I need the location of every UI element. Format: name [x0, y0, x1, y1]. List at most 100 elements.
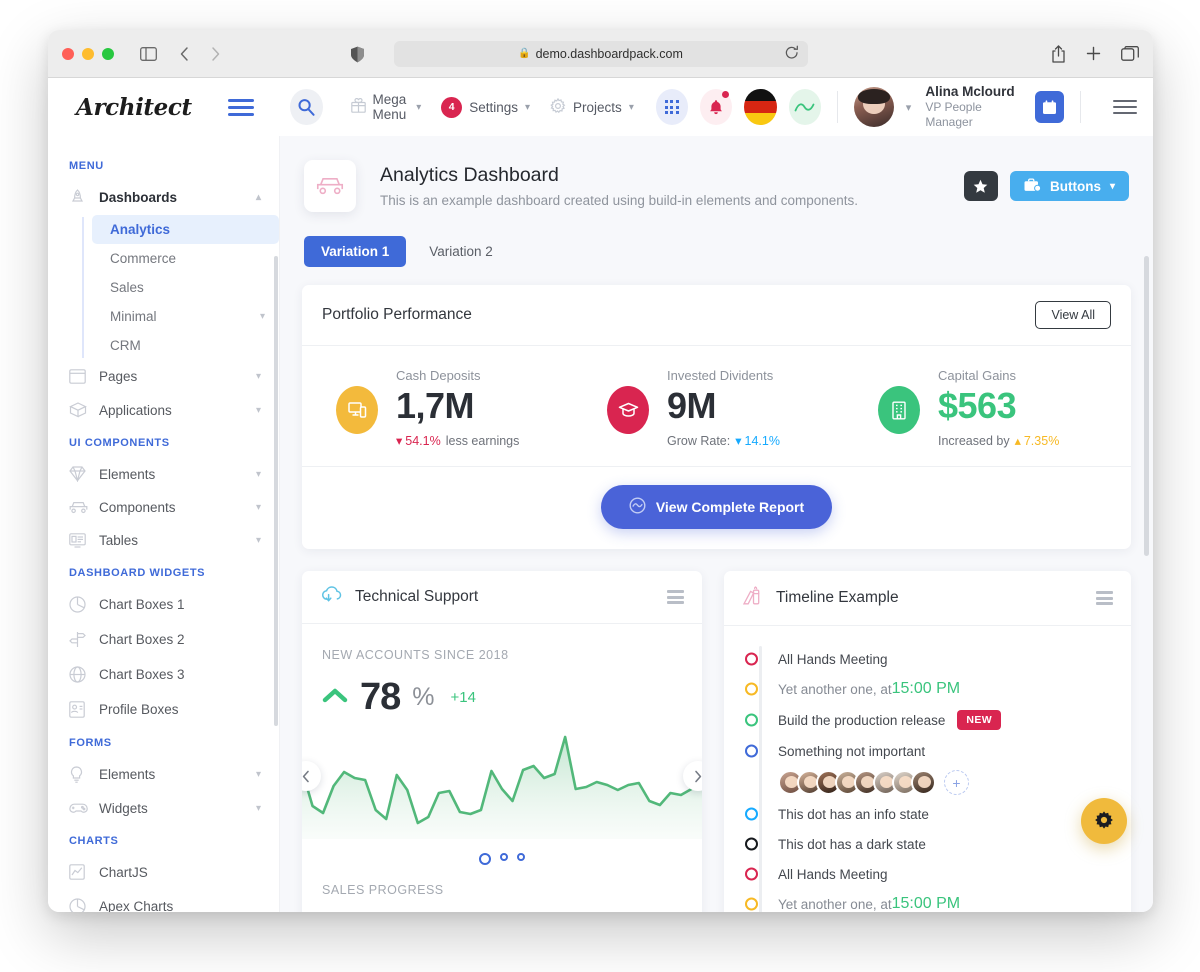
- timeline-item[interactable]: All Hands Meeting: [745, 859, 1109, 889]
- brand-logo[interactable]: Architect: [48, 94, 212, 121]
- portfolio-card-header: Portfolio Performance View All: [302, 285, 1131, 346]
- view-all-button[interactable]: View All: [1035, 301, 1111, 329]
- portfolio-stats: Cash Deposits 1,7M ▾ 54.1% less earnings: [302, 346, 1131, 466]
- stat-label: Capital Gains: [938, 368, 1017, 383]
- sidebar-item-profile-boxes[interactable]: Profile Boxes: [48, 692, 279, 727]
- sidebar-item-tables[interactable]: Tables ▾: [48, 524, 279, 557]
- tab-variation-2[interactable]: Variation 2: [412, 236, 510, 267]
- carousel-dot-1[interactable]: [479, 853, 491, 866]
- main-scrollbar[interactable]: [1144, 256, 1149, 556]
- star-icon[interactable]: [963, 171, 998, 201]
- minimize-window-button[interactable]: [82, 47, 94, 60]
- avatar[interactable]: [911, 770, 936, 796]
- chevron-down-icon: ▾: [255, 371, 261, 382]
- carousel-dot-3[interactable]: [517, 853, 525, 862]
- buttons-dropdown-label: Buttons: [1049, 178, 1101, 194]
- sidebar-heading-menu: MENU: [69, 160, 104, 172]
- bell-icon[interactable]: [700, 89, 733, 125]
- sidebar-item-chart-boxes-2[interactable]: Chart Boxes 2: [48, 622, 279, 657]
- sidebar-collapse-button[interactable]: [228, 98, 255, 116]
- window-controls[interactable]: [62, 47, 114, 60]
- stat-value: 1,7M: [396, 385, 475, 426]
- sidebar-label: Elements: [99, 767, 156, 782]
- flag-germany-icon[interactable]: [744, 89, 777, 125]
- timeline-item-text: This dot has an info state: [778, 806, 929, 822]
- view-complete-report-button[interactable]: View Complete Report: [600, 485, 833, 530]
- timeline-item-text: This dot has a dark state: [778, 836, 926, 852]
- nav-mega-menu[interactable]: Mega Menu ▾: [343, 86, 430, 128]
- sidebar-item-dashboards[interactable]: Dashboards ▴: [48, 180, 279, 215]
- tabs-overview-icon[interactable]: [1121, 46, 1139, 61]
- chevron-down-icon: ▾: [255, 769, 261, 780]
- nav-settings[interactable]: 4 Settings ▾: [433, 91, 538, 124]
- area-chart-svg: [302, 727, 702, 840]
- maximize-window-button[interactable]: [102, 47, 114, 60]
- sidebar-item-widgets[interactable]: Widgets ▾: [48, 792, 279, 825]
- settings-fab-button[interactable]: [1081, 798, 1127, 844]
- url-text: demo.dashboardpack.com: [535, 46, 683, 61]
- graduation-cap-icon: [607, 386, 649, 434]
- new-tab-icon[interactable]: [1086, 46, 1101, 61]
- share-icon[interactable]: [1051, 44, 1066, 63]
- sales-progress-label: SALES PROGRESS: [322, 883, 444, 898]
- timeline-item[interactable]: Yet another one, at 15:00 PM: [745, 889, 1109, 912]
- sidebar-item-chart-boxes-1[interactable]: Chart Boxes 1: [48, 587, 279, 622]
- sidebar-toggle-icon[interactable]: [140, 46, 157, 61]
- sidebar-heading-ui-components: UI COMPONENTS: [69, 437, 170, 449]
- bulb-icon: [69, 766, 99, 783]
- sidebar-item-pages[interactable]: Pages ▾: [48, 360, 279, 393]
- carousel-dots[interactable]: [322, 839, 682, 866]
- sidebar-item-forms-elements[interactable]: Elements ▾: [48, 757, 279, 792]
- address-bar[interactable]: 🔒 demo.dashboardpack.com: [393, 40, 808, 67]
- sidebar-item-components[interactable]: Components ▾: [48, 491, 279, 524]
- sidebar-item-sales[interactable]: Sales: [92, 273, 279, 302]
- timeline-item[interactable]: Something not important: [745, 736, 1109, 766]
- search-icon[interactable]: [290, 89, 323, 125]
- timeline-item[interactable]: This dot has a dark state: [745, 829, 1109, 859]
- carousel-dot-2[interactable]: [500, 853, 508, 862]
- sidebar-label: Chart Boxes 1: [99, 597, 185, 612]
- monitor-icon: [336, 386, 378, 434]
- timeline-item[interactable]: This dot has an info state: [745, 799, 1109, 829]
- chevron-up-icon: ▴: [255, 192, 261, 203]
- sidebar-item-applications[interactable]: Applications ▾: [48, 393, 279, 427]
- nav-forward-icon[interactable]: [210, 46, 221, 62]
- stat-subtext: ▾ 54.1% less earnings: [396, 433, 519, 449]
- sidebar-item-analytics[interactable]: Analytics: [92, 215, 279, 244]
- stat-subtext: Grow Rate: ▾ 14.1%: [667, 433, 780, 449]
- timeline-item[interactable]: All Hands Meeting: [745, 644, 1109, 674]
- hamburger-icon[interactable]: [1112, 100, 1137, 114]
- close-window-button[interactable]: [62, 47, 74, 60]
- stat-prefix: Grow Rate:: [667, 433, 731, 448]
- timeline-item-time: 15:00 PM: [891, 680, 961, 698]
- timeline-item[interactable]: Yet another one, at 15:00 PM: [745, 674, 1109, 704]
- area-chart-icon[interactable]: [788, 89, 821, 125]
- reload-icon[interactable]: [785, 45, 799, 64]
- list-menu-icon[interactable]: [1096, 591, 1113, 606]
- sidebar-item-minimal[interactable]: Minimal ▾: [92, 302, 279, 331]
- sidebar-item-chartjs[interactable]: ChartJS: [48, 855, 279, 889]
- buttons-dropdown[interactable]: Buttons ▾: [1009, 171, 1129, 201]
- nav-back-icon[interactable]: [179, 46, 190, 62]
- timeline-body: All Hands Meeting Yet another one, at 15…: [724, 626, 1131, 912]
- sidebar-item-apex-charts[interactable]: Apex Charts: [48, 889, 279, 912]
- sidebar-item-chart-boxes-3[interactable]: Chart Boxes 3: [48, 657, 279, 692]
- sidebar-item-elements[interactable]: Elements ▾: [48, 457, 279, 491]
- add-member-button[interactable]: +: [944, 770, 969, 796]
- grid-apps-icon[interactable]: [655, 89, 689, 125]
- sidebar-item-commerce[interactable]: Commerce: [92, 244, 279, 273]
- list-menu-icon[interactable]: [667, 590, 684, 605]
- shield-icon[interactable]: [350, 46, 365, 63]
- chevron-down-icon[interactable]: ▾: [906, 101, 912, 114]
- sidebar-submenu-dashboards: Analytics Commerce Sales Minimal ▾ CRM: [82, 215, 279, 360]
- nav-projects[interactable]: Projects ▾: [542, 92, 642, 123]
- avatar[interactable]: [853, 87, 894, 127]
- timeline-item[interactable]: Build the production release NEW: [745, 704, 1109, 736]
- line-chart-icon: [69, 864, 99, 880]
- timeline-item-text: Something not important: [778, 743, 926, 759]
- sidebar-scrollbar[interactable]: [274, 256, 278, 726]
- sidebar-item-crm[interactable]: CRM: [92, 331, 279, 360]
- tab-variation-1[interactable]: Variation 1: [304, 236, 407, 267]
- calendar-icon[interactable]: [1035, 91, 1065, 123]
- stat-change-value: 7.35%: [1023, 433, 1060, 448]
